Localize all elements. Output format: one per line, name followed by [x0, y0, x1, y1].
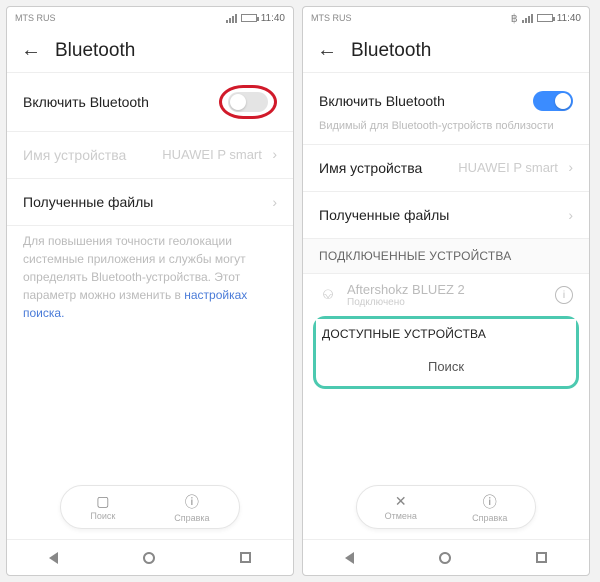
highlight-ring-available: ДОСТУПНЫЕ УСТРОЙСТВА Поиск — [313, 316, 579, 389]
headphones-icon: ⎉ — [319, 286, 337, 304]
bluetooth-icon: ฿ — [511, 12, 518, 25]
nav-home-icon[interactable] — [143, 552, 155, 564]
nav-bar — [303, 539, 589, 575]
toggle-switch[interactable] — [228, 92, 268, 112]
nav-back-icon[interactable] — [345, 552, 354, 564]
bluetooth-toggle-row[interactable]: Включить Bluetooth — [7, 73, 293, 131]
chevron-right-icon: › — [568, 207, 573, 223]
device-name-value: HUAWEI P smart — [162, 147, 262, 162]
close-icon: ✕ — [395, 493, 407, 510]
search-icon: ▢ — [96, 493, 109, 510]
carrier-label: MTS RUS — [15, 13, 56, 23]
phone-right: MTS RUS ฿ 11:40 ← Bluetooth Включить Blu… — [302, 6, 590, 576]
info-icon[interactable]: i — [555, 286, 573, 304]
phone-left: MTS RUS 11:40 ← Bluetooth Включить Bluet… — [6, 6, 294, 576]
nav-back-icon[interactable] — [49, 552, 58, 564]
bluetooth-toggle-row[interactable]: Включить Bluetooth — [303, 73, 589, 119]
device-name-label: Имя устройства — [23, 147, 126, 163]
device-name-label: Имя устройства — [319, 160, 422, 176]
signal-icon — [522, 14, 533, 23]
clock: 11:40 — [261, 13, 285, 24]
chevron-right-icon: › — [568, 159, 573, 175]
pill-help[interactable]: ⓘ Справка — [174, 492, 209, 523]
back-icon[interactable]: ← — [317, 39, 337, 62]
pill-search[interactable]: ▢ Поиск — [90, 493, 115, 521]
toggle-label: Включить Bluetooth — [23, 94, 149, 110]
bottom-actions: ✕ Отмена ⓘ Справка — [356, 485, 536, 529]
chevron-right-icon: › — [272, 194, 277, 210]
header: ← Bluetooth — [7, 29, 293, 72]
help-icon: ⓘ — [483, 492, 497, 512]
battery-icon — [241, 14, 257, 22]
connected-device-name: Aftershokz BLUEZ 2 — [347, 282, 545, 297]
clock: 11:40 — [557, 13, 581, 24]
nav-recent-icon[interactable] — [240, 552, 251, 563]
received-files-label: Полученные файлы — [319, 207, 449, 223]
status-bar: MTS RUS 11:40 — [7, 7, 293, 29]
nav-bar — [7, 539, 293, 575]
received-files-label: Полученные файлы — [23, 194, 153, 210]
header: ← Bluetooth — [303, 29, 589, 72]
device-name-value: HUAWEI P smart — [458, 160, 558, 175]
bottom-actions: ▢ Поиск ⓘ Справка — [60, 485, 240, 529]
page-title: Bluetooth — [55, 40, 135, 62]
status-bar: MTS RUS ฿ 11:40 — [303, 7, 589, 29]
page-title: Bluetooth — [351, 40, 431, 62]
visibility-label: Видимый для Bluetooth-устройств поблизос… — [303, 119, 589, 144]
highlight-ring — [219, 85, 277, 119]
received-files-row[interactable]: Полученные файлы › — [7, 179, 293, 225]
device-name-row: Имя устройства HUAWEI P smart › — [7, 132, 293, 178]
battery-icon — [537, 14, 553, 22]
device-name-row[interactable]: Имя устройства HUAWEI P smart › — [303, 145, 589, 191]
toggle-switch[interactable] — [533, 91, 573, 111]
chevron-right-icon: › — [272, 146, 277, 162]
received-files-row[interactable]: Полученные файлы › — [303, 192, 589, 238]
section-connected: ПОДКЛЮЧЕННЫЕ УСТРОЙСТВА — [303, 238, 589, 274]
pill-help[interactable]: ⓘ Справка — [472, 492, 507, 523]
connected-device-row[interactable]: ⎉ Aftershokz BLUEZ 2 Подключено i — [303, 274, 589, 316]
back-icon[interactable]: ← — [21, 39, 41, 62]
pill-cancel[interactable]: ✕ Отмена — [385, 493, 417, 521]
signal-icon — [226, 14, 237, 23]
searching-label: Поиск — [316, 349, 576, 386]
help-text: Для повышения точности геолокации систем… — [7, 226, 293, 334]
nav-home-icon[interactable] — [439, 552, 451, 564]
section-available: ДОСТУПНЫЕ УСТРОЙСТВА — [316, 319, 576, 349]
connected-device-status: Подключено — [347, 297, 545, 308]
help-icon: ⓘ — [185, 492, 199, 512]
nav-recent-icon[interactable] — [536, 552, 547, 563]
carrier-label: MTS RUS — [311, 13, 352, 23]
toggle-label: Включить Bluetooth — [319, 93, 445, 109]
